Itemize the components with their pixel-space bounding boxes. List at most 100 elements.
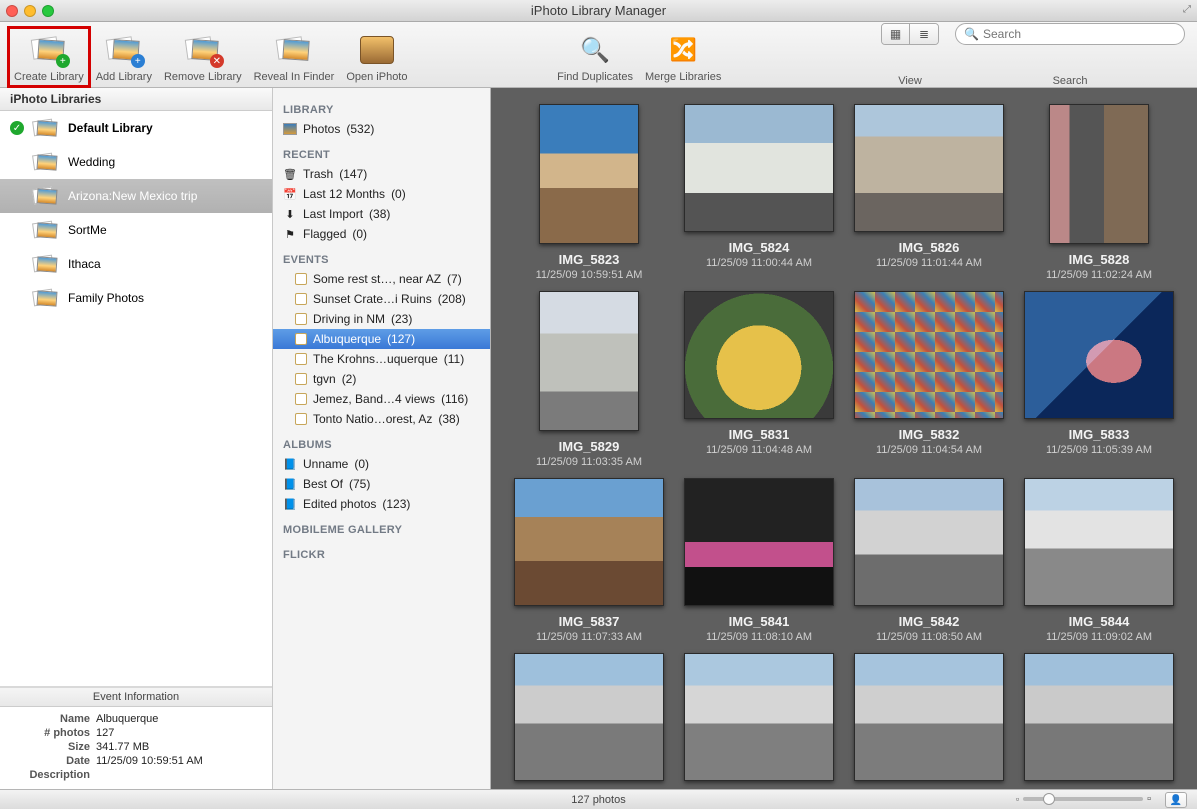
minimize-icon[interactable]	[24, 5, 36, 17]
recent-item[interactable]: ⬇Last Import (38)	[273, 204, 490, 224]
event-item[interactable]: Some rest st…, near AZ (7)	[273, 269, 490, 289]
library-item[interactable]: SortMe	[0, 213, 272, 247]
find-duplicates-button[interactable]: 🔍 Find Duplicates	[551, 27, 639, 87]
photo-thumbnail[interactable]	[679, 653, 839, 789]
photo-image[interactable]	[854, 478, 1004, 606]
close-icon[interactable]	[6, 5, 18, 17]
photo-image[interactable]	[514, 653, 664, 781]
photo-image[interactable]	[684, 478, 834, 606]
photo-date: 11/25/09 11:08:50 AM	[876, 631, 982, 643]
photo-thumbnail[interactable]: IMG_582911/25/09 11:03:35 AM	[509, 291, 669, 468]
recent-item[interactable]: ⚑Flagged (0)	[273, 224, 490, 244]
photo-image[interactable]	[1024, 478, 1174, 606]
event-item-count: (11)	[444, 352, 464, 366]
create-library-label: Create Library	[14, 71, 84, 83]
zoom-in-icon[interactable]: ▫	[1147, 793, 1151, 805]
ei-size-label: Size	[10, 741, 90, 753]
reveal-in-finder-button[interactable]: Reveal In Finder	[248, 27, 341, 87]
faces-button[interactable]: 👤	[1165, 792, 1187, 808]
event-item-count: (208)	[438, 292, 466, 306]
view-switch-group: ▦ ≣ View	[881, 23, 939, 87]
photo-thumbnail[interactable]: IMG_583711/25/09 11:07:33 AM	[509, 478, 669, 643]
event-item[interactable]: tgvn (2)	[273, 369, 490, 389]
photo-image[interactable]	[539, 104, 639, 244]
photo-image[interactable]	[514, 478, 664, 606]
zoom-track[interactable]	[1023, 797, 1143, 801]
album-item[interactable]: 📘Best Of (75)	[273, 474, 490, 494]
photo-image[interactable]	[684, 291, 834, 419]
event-item[interactable]: The Krohns…uquerque (11)	[273, 349, 490, 369]
photo-date: 11/25/09 10:59:51 AM	[536, 269, 643, 281]
fullscreen-icon[interactable]: ⤢	[1183, 4, 1191, 15]
photo-thumbnail[interactable]	[1019, 653, 1179, 789]
library-item[interactable]: ✓ Default Library	[0, 111, 272, 145]
photo-image[interactable]	[854, 104, 1004, 232]
photo-thumbnail[interactable]: IMG_5823 11/25/09 10:59:51 AM	[509, 104, 669, 281]
photo-name: IMG_5842	[899, 614, 960, 629]
merge-libraries-button[interactable]: 🔀 Merge Libraries	[639, 27, 727, 87]
photo-image[interactable]	[854, 653, 1004, 781]
reveal-in-finder-label: Reveal In Finder	[254, 71, 335, 83]
zoom-icon[interactable]	[42, 5, 54, 17]
open-iphoto-button[interactable]: Open iPhoto	[340, 27, 413, 87]
event-item-label: Albuquerque	[313, 332, 381, 346]
add-library-button[interactable]: + Add Library	[90, 27, 158, 87]
album-item-label: Best Of	[303, 477, 343, 491]
photo-thumbnail[interactable]: IMG_584411/25/09 11:09:02 AM	[1019, 478, 1179, 643]
grid-view-icon[interactable]: ▦	[882, 24, 910, 44]
photo-image[interactable]	[539, 291, 639, 431]
remove-library-button[interactable]: ✕ Remove Library	[158, 27, 248, 87]
photo-grid-view[interactable]: IMG_5823 11/25/09 10:59:51 AM IMG_582411/2…	[491, 88, 1197, 789]
event-item[interactable]: Jemez, Band…4 views (116)	[273, 389, 490, 409]
zoom-slider[interactable]: ▫ ▫	[1016, 793, 1151, 805]
photo-thumbnail[interactable]: IMG_582411/25/09 11:00:44 AM	[679, 104, 839, 281]
photo-thumbnail[interactable]	[849, 653, 1009, 789]
photo-name: IMG_5837	[559, 614, 620, 629]
photo-thumbnail[interactable]: IMG_583111/25/09 11:04:48 AM	[679, 291, 839, 468]
ei-date-value: 11/25/09 10:59:51 AM	[96, 755, 203, 767]
create-library-button[interactable]: + Create Library	[8, 27, 90, 87]
photo-name: IMG_5833	[1069, 427, 1130, 442]
photo-thumbnail[interactable]	[509, 653, 669, 789]
zoom-out-icon[interactable]: ▫	[1016, 794, 1019, 804]
photo-thumbnail[interactable]: IMG_5842 11/25/09 11:08:50 AM	[849, 478, 1009, 643]
photo-name: IMG_5831	[729, 427, 790, 442]
photo-thumbnail[interactable]: IMG_582611/25/09 11:01:44 AM	[849, 104, 1009, 281]
photo-thumbnail[interactable]: IMG_584111/25/09 11:08:10 AM	[679, 478, 839, 643]
library-item[interactable]: Wedding	[0, 145, 272, 179]
photo-image[interactable]	[1024, 653, 1174, 781]
recent-item-count: (38)	[369, 207, 390, 221]
search-field[interactable]: 🔍	[955, 23, 1185, 45]
search-input[interactable]	[983, 27, 1176, 41]
active-library-check-icon: ✓	[10, 121, 24, 135]
event-item[interactable]: Driving in NM (23)	[273, 309, 490, 329]
photo-thumbnail[interactable]: IMG_582811/25/09 11:02:24 AM	[1019, 104, 1179, 281]
photo-image[interactable]	[1049, 104, 1149, 244]
event-item[interactable]: Sunset Crate…i Ruins (208)	[273, 289, 490, 309]
open-iphoto-label: Open iPhoto	[346, 71, 407, 83]
zoom-knob[interactable]	[1043, 793, 1055, 805]
list-view-icon[interactable]: ≣	[910, 24, 938, 44]
photo-date: 11/25/09 11:04:54 AM	[876, 444, 982, 456]
recent-item[interactable]: 📅Last 12 Months (0)	[273, 184, 490, 204]
view-mode-segmented[interactable]: ▦ ≣	[881, 23, 939, 45]
source-photos[interactable]: Photos (532)	[273, 119, 490, 139]
event-item[interactable]: Tonto Natio…orest, Az (38)	[273, 409, 490, 429]
album-item[interactable]: 📘Unname (0)	[273, 454, 490, 474]
recent-item[interactable]: 🗑Trash (147)	[273, 164, 490, 184]
photo-image[interactable]	[684, 653, 834, 781]
photo-image[interactable]	[1024, 291, 1174, 419]
photo-thumbnail[interactable]: IMG_583311/25/09 11:05:39 AM	[1019, 291, 1179, 468]
event-item[interactable]: Albuquerque (127)	[273, 329, 490, 349]
photo-image[interactable]	[684, 104, 834, 232]
library-label: Default Library	[68, 121, 153, 135]
remove-library-icon: ✕	[183, 31, 223, 69]
album-item[interactable]: 📘Edited photos (123)	[273, 494, 490, 514]
photo-date: 11/25/09 11:09:02 AM	[1046, 631, 1152, 643]
library-item[interactable]: Arizona:New Mexico trip	[0, 179, 272, 213]
photo-image[interactable]	[854, 291, 1004, 419]
library-item[interactable]: Family Photos	[0, 281, 272, 315]
library-item[interactable]: Ithaca	[0, 247, 272, 281]
photo-thumbnail[interactable]: IMG_583211/25/09 11:04:54 AM	[849, 291, 1009, 468]
photo-name: IMG_5823	[559, 252, 620, 267]
